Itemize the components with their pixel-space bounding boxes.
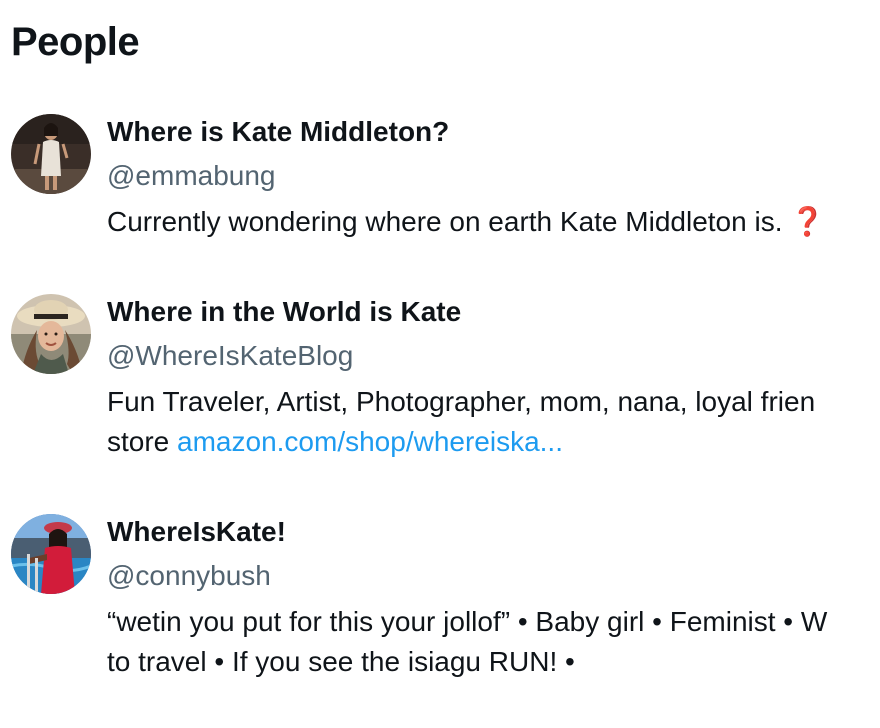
bio-text-prefix: store <box>107 426 178 457</box>
bio-text: “wetin you put for this your jollof” • B… <box>107 606 828 637</box>
bio-link[interactable]: amazon.com/shop/whereiska... <box>177 426 563 457</box>
display-name[interactable]: Where is Kate Middleton? <box>107 114 880 150</box>
bio-text: Currently wondering where on earth Kate … <box>107 206 783 237</box>
avatar[interactable] <box>11 294 91 374</box>
person-cell-connybush[interactable]: WhereIsKate! @connybush “wetin you put f… <box>0 514 880 694</box>
avatar[interactable] <box>11 514 91 594</box>
display-name[interactable]: WhereIsKate! <box>107 514 880 550</box>
avatar[interactable] <box>11 114 91 194</box>
person-cell-emmabung[interactable]: Where is Kate Middleton? @emmabung Curre… <box>0 114 880 264</box>
bio-text: Fun Traveler, Artist, Photographer, mom,… <box>107 386 816 417</box>
bio: Currently wondering where on earth Kate … <box>107 202 880 242</box>
user-handle[interactable]: @emmabung <box>107 158 880 194</box>
user-handle[interactable]: @WhereIsKateBlog <box>107 338 880 374</box>
question-mark-emoji: ❓ <box>790 206 826 237</box>
section-title: People <box>11 20 140 64</box>
bio-text: to travel • If you see the isiagu RUN! • <box>107 646 575 677</box>
bio: Fun Traveler, Artist, Photographer, mom,… <box>107 382 880 462</box>
bio: “wetin you put for this your jollof” • B… <box>107 602 880 682</box>
person-cell-whereiskateblog[interactable]: Where in the World is Kate @WhereIsKateB… <box>0 294 880 474</box>
display-name[interactable]: Where in the World is Kate <box>107 294 880 330</box>
user-handle[interactable]: @connybush <box>107 558 880 594</box>
